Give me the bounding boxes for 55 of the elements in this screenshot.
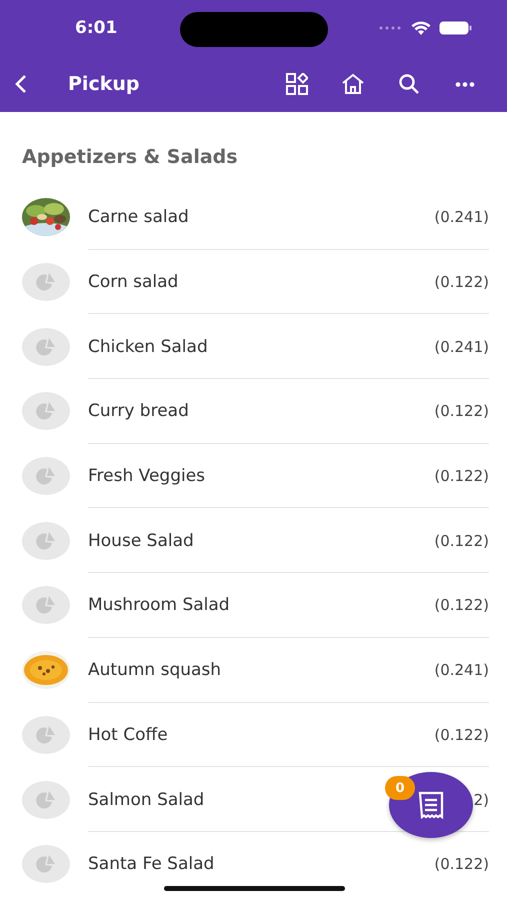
item-price: (0.122) bbox=[434, 855, 489, 874]
item-name: Fresh Veggies bbox=[88, 466, 206, 486]
more-icon bbox=[455, 82, 475, 86]
item-price: (0.122) bbox=[434, 532, 489, 550]
item-name: House Salad bbox=[88, 530, 194, 551]
item-name: Mushroom Salad bbox=[88, 595, 230, 616]
item-name: Salmon Salad bbox=[88, 790, 204, 810]
item-name: Curry bread bbox=[88, 401, 189, 422]
menu-item[interactable]: Mushroom Salad (0.122) bbox=[22, 573, 489, 638]
placeholder-image-icon bbox=[22, 520, 70, 561]
item-price: (0.241) bbox=[434, 338, 489, 356]
item-name: Santa Fe Salad bbox=[88, 854, 214, 874]
item-price: (0.122) bbox=[434, 596, 489, 614]
item-name: Carne salad bbox=[88, 207, 189, 228]
placeholder-image-icon bbox=[22, 262, 70, 302]
item-price: (0.241) bbox=[434, 661, 489, 680]
placeholder-image-icon bbox=[22, 780, 70, 820]
menu-item[interactable]: Curry bread (0.122) bbox=[22, 379, 489, 444]
placeholder-image-icon bbox=[22, 391, 70, 432]
placeholder-image-icon bbox=[22, 714, 70, 755]
item-name: Hot Coffe bbox=[88, 724, 168, 745]
status-time: 6:01 bbox=[75, 18, 118, 38]
placeholder-image-icon bbox=[22, 326, 70, 367]
menu-item[interactable]: Corn salad (0.122) bbox=[22, 250, 489, 314]
search-icon bbox=[398, 73, 420, 95]
back-icon[interactable] bbox=[14, 74, 28, 94]
wifi-icon bbox=[411, 20, 431, 36]
page-title: Pickup bbox=[68, 73, 140, 95]
placeholder-image-icon bbox=[22, 456, 70, 496]
placeholder-image-icon bbox=[22, 844, 70, 884]
cart-count-badge: 0 bbox=[385, 776, 415, 800]
placeholder-image-icon bbox=[22, 585, 70, 626]
item-price: (0.122) bbox=[434, 467, 489, 486]
section-title: Appetizers & Salads bbox=[22, 145, 239, 170]
item-name: Autumn squash bbox=[88, 660, 222, 680]
categories-icon bbox=[286, 73, 308, 95]
battery-icon bbox=[439, 21, 472, 35]
cart-button[interactable] bbox=[389, 772, 473, 838]
menu-item[interactable]: Carne salad (0.241) bbox=[22, 185, 489, 250]
home-icon bbox=[341, 73, 365, 95]
menu-item[interactable]: House Salad (0.122) bbox=[22, 508, 489, 574]
item-price: (0.122) bbox=[434, 402, 489, 420]
menu-item[interactable]: Autumn squash (0.241) bbox=[22, 638, 489, 702]
signal-icon bbox=[379, 26, 403, 30]
menu-item[interactable]: Hot Coffe (0.122) bbox=[22, 702, 489, 768]
item-price: (0.241) bbox=[434, 208, 489, 226]
item-name: Corn salad bbox=[88, 272, 178, 292]
item-price: 2) bbox=[474, 790, 489, 809]
item-price: (0.122) bbox=[434, 726, 489, 744]
menu-item[interactable]: Santa Fe Salad (0.122) bbox=[22, 832, 489, 897]
item-price: (0.122) bbox=[434, 273, 489, 292]
item-name: Chicken Salad bbox=[88, 336, 208, 357]
receipt-icon bbox=[418, 791, 444, 819]
menu-item[interactable]: Chicken Salad (0.241) bbox=[22, 314, 489, 380]
menu-item[interactable]: Fresh Veggies (0.122) bbox=[22, 444, 489, 508]
